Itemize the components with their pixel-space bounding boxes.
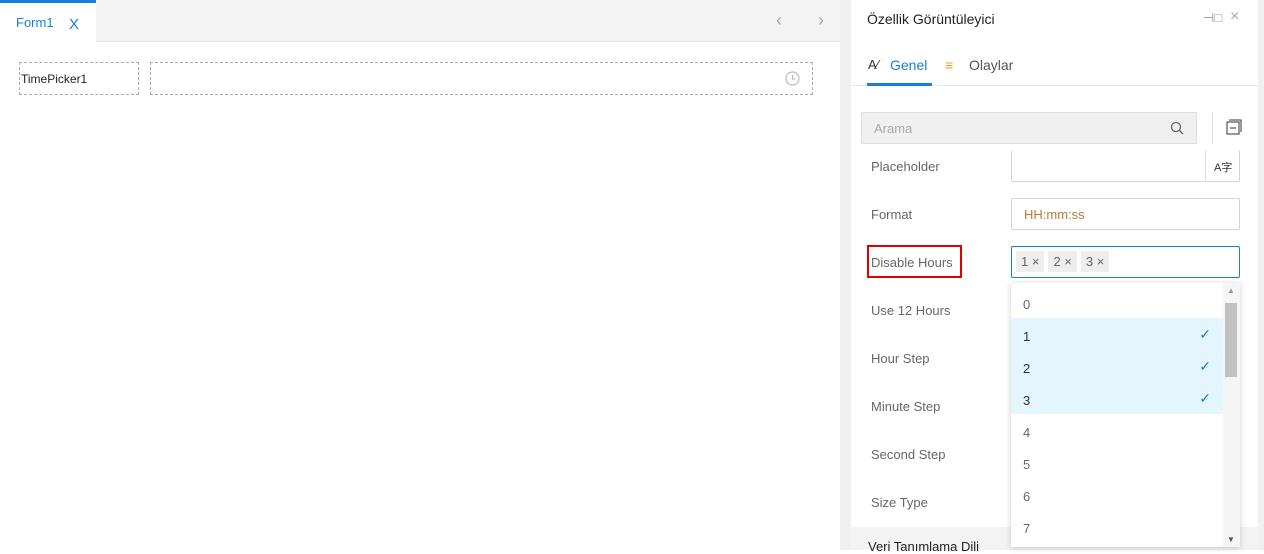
- collapse-all-icon[interactable]: [1226, 119, 1242, 135]
- check-icon: ✓: [1199, 390, 1211, 406]
- tab-olaylar[interactable]: Olaylar: [969, 57, 1013, 73]
- prop-label-second-step: Second Step: [871, 447, 946, 462]
- search-input[interactable]: Arama: [861, 112, 1197, 144]
- dropdown-option[interactable]: 5: [1011, 446, 1223, 478]
- prop-label-size-type: Size Type: [871, 495, 928, 510]
- dropdown-option[interactable]: 6: [1011, 478, 1223, 510]
- format-input[interactable]: HH:mm:ss: [1011, 198, 1240, 230]
- prop-label-minute-step: Minute Step: [871, 399, 941, 414]
- events-icon: ≡: [945, 57, 954, 73]
- dropdown-option[interactable]: 0: [1011, 286, 1223, 318]
- option-label: 5: [1023, 457, 1031, 472]
- placeholder-input[interactable]: A字: [1011, 150, 1240, 182]
- option-label: 2: [1023, 361, 1031, 376]
- search-icon: [1170, 121, 1184, 135]
- chip[interactable]: 1 ×: [1016, 251, 1045, 272]
- timepicker-control[interactable]: [150, 62, 813, 95]
- timepicker-label[interactable]: TimePicker1: [19, 62, 139, 95]
- clock-icon: [785, 71, 800, 86]
- disable-hours-select[interactable]: 1 × 2 × 3 ×: [1011, 246, 1240, 278]
- check-icon: ✓: [1199, 326, 1211, 342]
- option-label: 0: [1023, 297, 1031, 312]
- close-icon[interactable]: X: [69, 16, 79, 33]
- option-label: 7: [1023, 521, 1031, 536]
- option-label: 1: [1023, 329, 1031, 344]
- designer-tabbar: [0, 0, 840, 42]
- scroll-thumb[interactable]: [1225, 303, 1237, 377]
- prop-label-placeholder: Placeholder: [871, 159, 940, 174]
- chevron-right-icon[interactable]: ›: [818, 10, 824, 31]
- pin-icon[interactable]: ⊣□: [1203, 10, 1222, 26]
- section-title: Veri Tanımlama Dili: [868, 539, 980, 554]
- prop-label-disable-hours: Disable Hours: [871, 255, 953, 270]
- close-panel-icon[interactable]: ×: [1230, 8, 1239, 26]
- option-label: 4: [1023, 425, 1031, 440]
- tab-label: Form1: [16, 15, 54, 30]
- option-label: 3: [1023, 393, 1031, 408]
- chevron-left-icon[interactable]: ‹: [776, 10, 782, 31]
- text-edit-icon: A⁄: [868, 57, 879, 72]
- splitter[interactable]: [840, 0, 851, 550]
- check-icon: ✓: [1199, 358, 1211, 374]
- chip[interactable]: 3 ×: [1080, 251, 1110, 272]
- panel-scrollbar[interactable]: [1258, 0, 1264, 550]
- dropdown-option[interactable]: 4: [1011, 414, 1223, 446]
- prop-label-format: Format: [871, 207, 913, 222]
- dropdown-option[interactable]: 7: [1011, 510, 1223, 542]
- chip[interactable]: 2 ×: [1048, 251, 1077, 272]
- dropdown-scrollbar[interactable]: ▲ ▼: [1223, 283, 1240, 547]
- prop-label-use12: Use 12 Hours: [871, 303, 951, 318]
- tab-form1[interactable]: Form1 X: [0, 0, 96, 42]
- dropdown-option[interactable]: 1 ✓: [1011, 318, 1223, 350]
- dropdown-option[interactable]: 3 ✓: [1011, 382, 1223, 414]
- panel-title: Özellik Görüntüleyici: [867, 11, 995, 27]
- prop-label-hour-step: Hour Step: [871, 351, 930, 366]
- dropdown-option[interactable]: 2 ✓: [1011, 350, 1223, 382]
- translate-icon[interactable]: A字: [1205, 150, 1239, 181]
- hours-dropdown: 0 1 ✓ 2 ✓ 3 ✓ 4 5 6 7 ▲ ▼: [1011, 283, 1240, 547]
- option-label: 6: [1023, 489, 1031, 504]
- tab-genel[interactable]: Genel: [890, 57, 927, 73]
- search-placeholder: Arama: [874, 121, 913, 136]
